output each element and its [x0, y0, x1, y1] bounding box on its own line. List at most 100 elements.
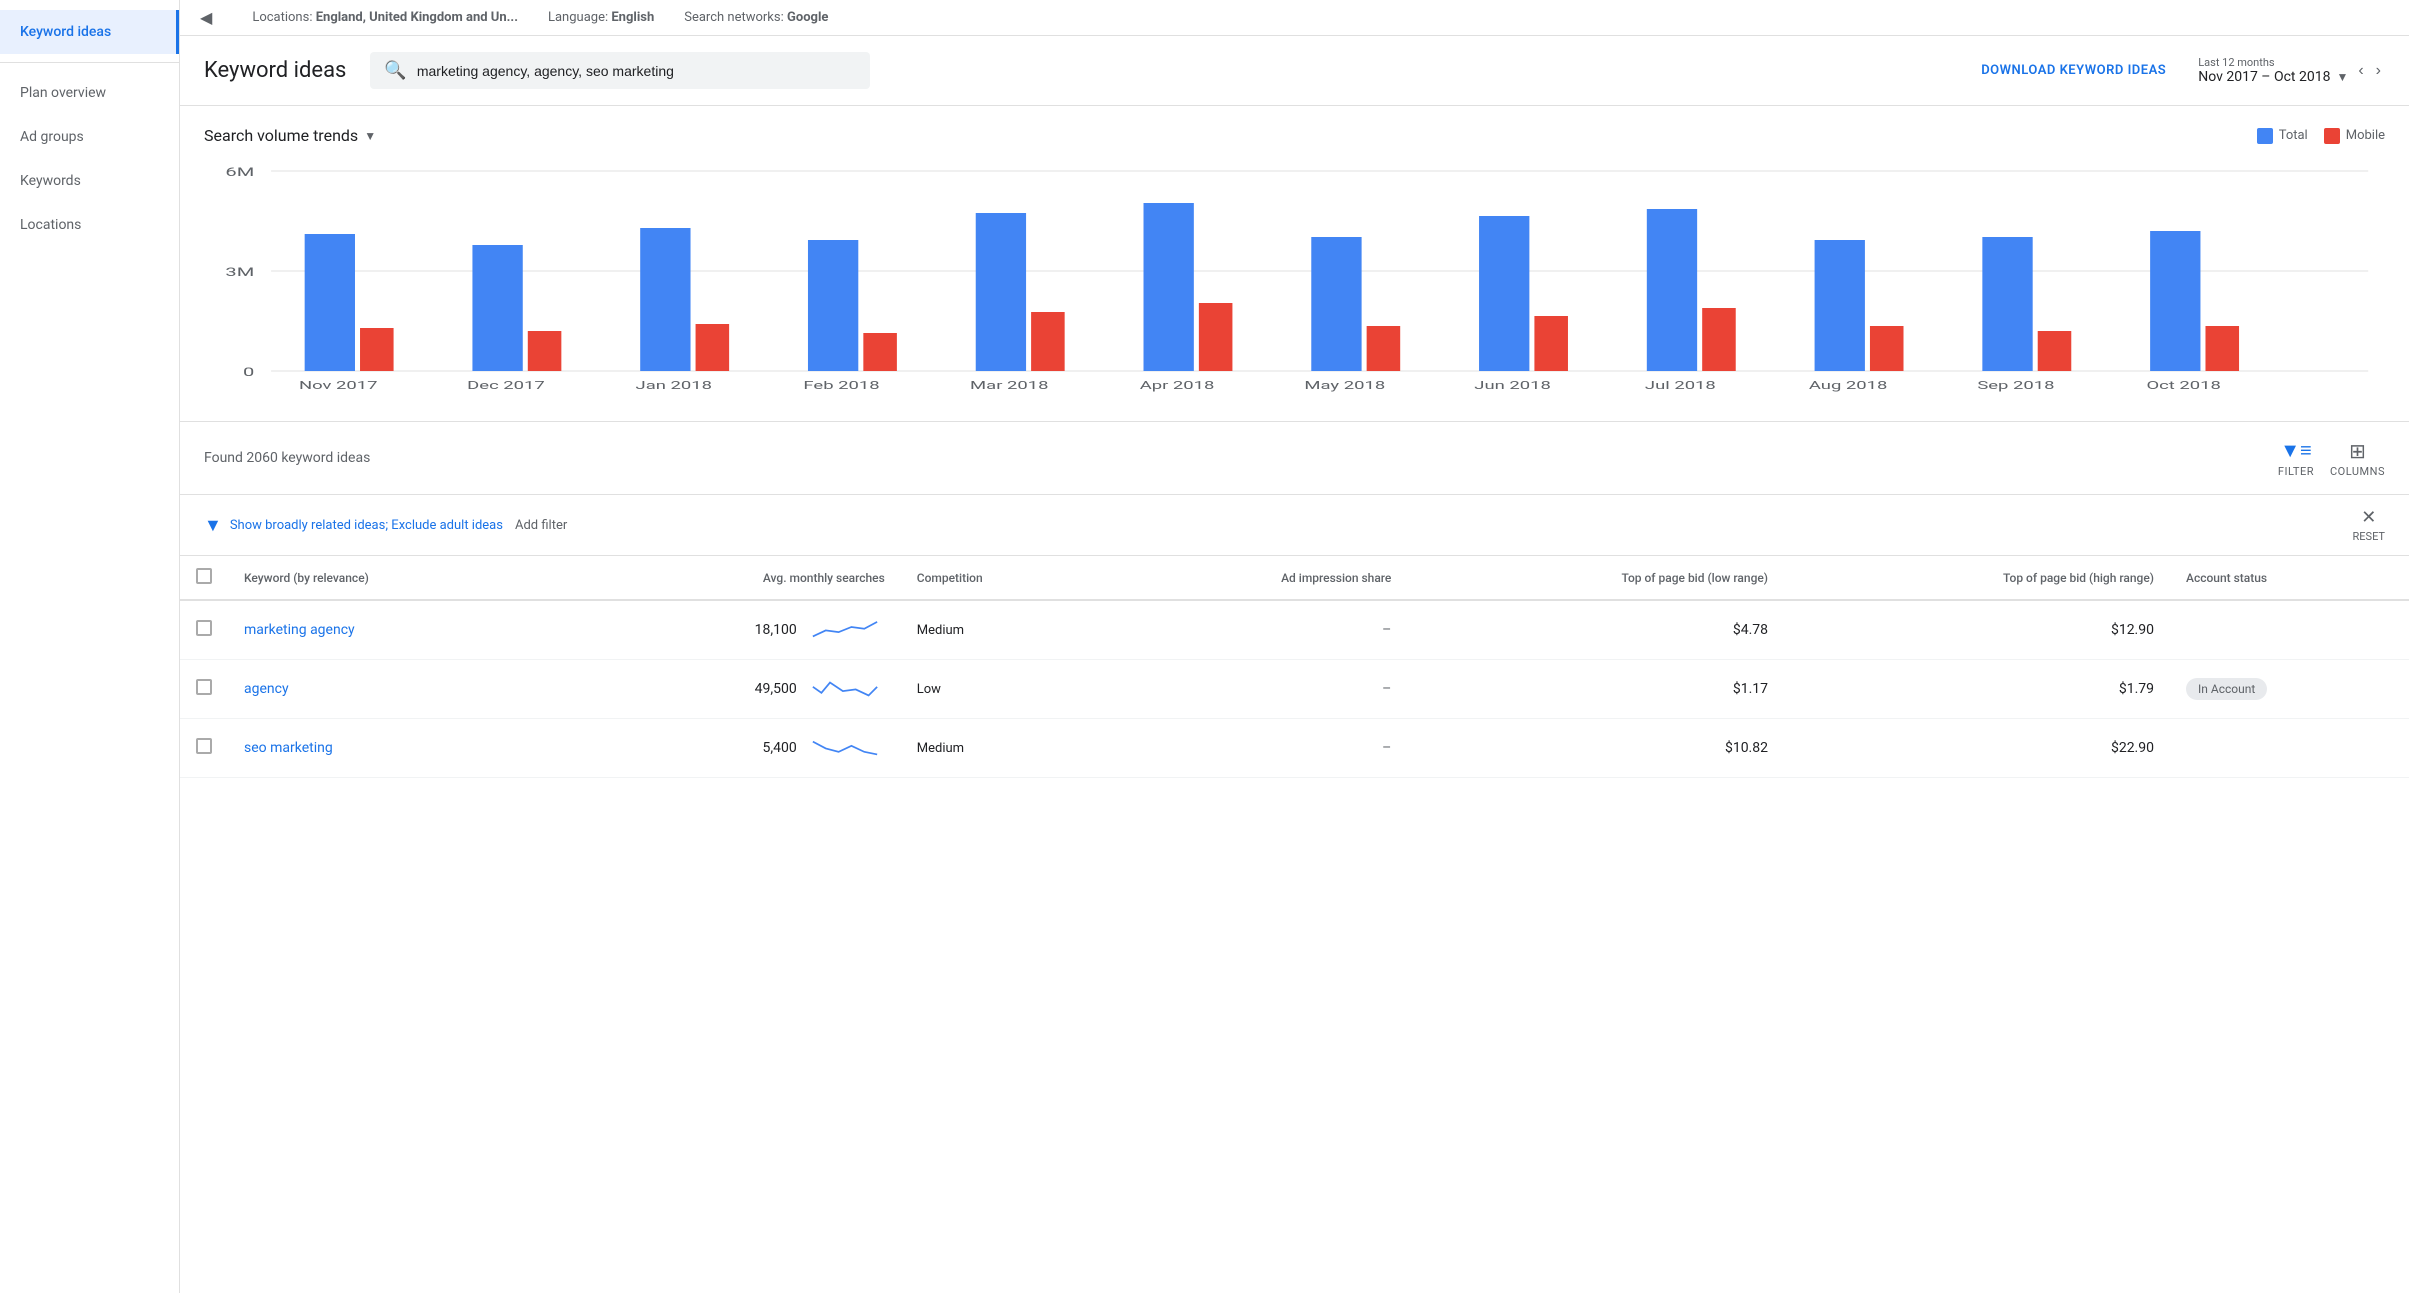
- keyword-link[interactable]: marketing agency: [244, 622, 355, 638]
- col-monthly-header[interactable]: Avg. monthly searches: [559, 556, 901, 600]
- date-next-button[interactable]: ›: [2372, 60, 2385, 82]
- date-value: Nov 2017 – Oct 2018: [2198, 69, 2330, 85]
- chart-header: Search volume trends ▼ Total Mobile: [204, 126, 2385, 145]
- monthly-cell: 49,500: [559, 660, 901, 719]
- columns-icon: ⊞: [2349, 439, 2366, 463]
- keywords-count: Found 2060 keyword ideas: [204, 450, 370, 466]
- svg-text:Jun 2018: Jun 2018: [1474, 379, 1551, 392]
- col-top-high-header[interactable]: Top of page bid (high range): [1784, 556, 2170, 600]
- ad-impression-cell: –: [1107, 600, 1407, 660]
- row-checkbox[interactable]: [196, 620, 212, 636]
- col-account-header[interactable]: Account status: [2170, 556, 2409, 600]
- keyword-cell: seo marketing: [228, 719, 559, 778]
- keyword-link[interactable]: seo marketing: [244, 740, 333, 756]
- reset-label: RESET: [2353, 530, 2385, 543]
- sidebar-item-ad-groups[interactable]: Ad groups: [0, 115, 179, 159]
- svg-text:May 2018: May 2018: [1304, 379, 1385, 392]
- ad-impression-value: –: [1382, 740, 1391, 756]
- monthly-value: 5,400: [763, 740, 797, 756]
- filter-text[interactable]: Show broadly related ideas; Exclude adul…: [230, 518, 503, 533]
- col-keyword-header[interactable]: Keyword (by relevance): [228, 556, 559, 600]
- search-box[interactable]: 🔍: [370, 52, 870, 89]
- table-row: seo marketing 5,400 Medium – $10.82 $22.…: [180, 719, 2409, 778]
- monthly-value: 49,500: [755, 681, 797, 697]
- topbar: ◀ Locations: England, United Kingdom and…: [180, 0, 2409, 36]
- search-input[interactable]: [417, 63, 857, 79]
- competition-cell: Medium: [901, 600, 1107, 660]
- top-low-value: $4.78: [1733, 622, 1768, 638]
- keywords-actions: ▼≡ FILTER ⊞ COLUMNS: [2278, 438, 2385, 478]
- date-dropdown-icon[interactable]: ▼: [2336, 70, 2348, 84]
- page-title: Keyword ideas: [204, 58, 346, 83]
- svg-text:Aug 2018: Aug 2018: [1809, 379, 1888, 392]
- sidebar-item-keywords[interactable]: Keywords: [0, 159, 179, 203]
- chart-svg: 6M 3M 0 Nov 2017 Dec 2017: [204, 161, 2385, 401]
- table-header-row: Keyword (by relevance) Avg. monthly sear…: [180, 556, 2409, 600]
- bar-chart: 6M 3M 0 Nov 2017 Dec 2017: [204, 161, 2385, 401]
- table-row: marketing agency 18,100 Medium – $4.78 $…: [180, 600, 2409, 660]
- trend-sparkline: [805, 615, 885, 645]
- legend-total: Total: [2257, 128, 2308, 144]
- col-competition-header[interactable]: Competition: [901, 556, 1107, 600]
- add-filter-button[interactable]: Add filter: [515, 518, 567, 533]
- monthly-value: 18,100: [755, 622, 797, 638]
- sidebar-divider: [0, 62, 179, 63]
- legend-mobile: Mobile: [2324, 128, 2385, 144]
- topbar-locations: Locations: England, United Kingdom and U…: [252, 10, 518, 25]
- top-low-cell: $1.17: [1407, 660, 1784, 719]
- top-high-cell: $1.79: [1784, 660, 2170, 719]
- filter-button[interactable]: ▼≡ FILTER: [2278, 438, 2314, 478]
- monthly-cell: 5,400: [559, 719, 901, 778]
- sidebar-item-locations[interactable]: Locations: [0, 203, 179, 247]
- download-button[interactable]: DOWNLOAD KEYWORD IDEAS: [1981, 63, 2166, 78]
- date-prev-button[interactable]: ‹: [2354, 60, 2367, 82]
- competition-value: Medium: [917, 741, 964, 756]
- chart-title: Search volume trends: [204, 126, 358, 145]
- top-high-value: $22.90: [2111, 740, 2154, 756]
- date-navigation: ‹ ›: [2354, 60, 2385, 82]
- topbar-networks: Search networks: Google: [684, 10, 828, 25]
- sidebar-item-plan-overview[interactable]: Plan overview: [0, 71, 179, 115]
- account-status-cell: In Account: [2170, 660, 2409, 719]
- account-status-cell: [2170, 600, 2409, 660]
- row-checkbox-cell[interactable]: [180, 719, 228, 778]
- select-all-checkbox[interactable]: [196, 568, 212, 584]
- legend-total-color: [2257, 128, 2273, 144]
- keywords-section: Found 2060 keyword ideas ▼≡ FILTER ⊞ COL…: [180, 422, 2409, 778]
- row-checkbox-cell[interactable]: [180, 600, 228, 660]
- top-low-cell: $4.78: [1407, 600, 1784, 660]
- trend-sparkline: [805, 733, 885, 763]
- filter-funnel-icon: ▼: [204, 515, 222, 536]
- monthly-cell: 18,100: [559, 600, 901, 660]
- svg-text:Oct 2018: Oct 2018: [2146, 379, 2220, 392]
- legend-mobile-color: [2324, 128, 2340, 144]
- row-checkbox-cell[interactable]: [180, 660, 228, 719]
- account-status-cell: [2170, 719, 2409, 778]
- chart-legend: Total Mobile: [2257, 128, 2385, 144]
- columns-button[interactable]: ⊞ COLUMNS: [2330, 439, 2385, 478]
- keyword-cell: agency: [228, 660, 559, 719]
- row-checkbox[interactable]: [196, 679, 212, 695]
- sidebar-item-keyword-ideas[interactable]: Keyword ideas: [0, 10, 179, 54]
- keywords-table: Keyword (by relevance) Avg. monthly sear…: [180, 556, 2409, 778]
- competition-cell: Medium: [901, 719, 1107, 778]
- select-all-header[interactable]: [180, 556, 228, 600]
- svg-text:6M: 6M: [225, 166, 254, 180]
- keyword-link[interactable]: agency: [244, 681, 289, 697]
- svg-text:0: 0: [243, 366, 254, 380]
- filter-bar: ▼ Show broadly related ideas; Exclude ad…: [180, 495, 2409, 556]
- competition-cell: Low: [901, 660, 1107, 719]
- col-top-low-header[interactable]: Top of page bid (low range): [1407, 556, 1784, 600]
- ad-impression-value: –: [1382, 622, 1391, 638]
- keywords-header: Found 2060 keyword ideas ▼≡ FILTER ⊞ COL…: [180, 422, 2409, 495]
- chart-dropdown-icon[interactable]: ▼: [364, 129, 376, 143]
- svg-text:Dec 2017: Dec 2017: [467, 379, 545, 392]
- filter-close-button[interactable]: ✕ RESET: [2353, 507, 2385, 543]
- date-range: Last 12 months Nov 2017 – Oct 2018 ▼ ‹ ›: [2198, 56, 2385, 85]
- svg-text:Apr 2018: Apr 2018: [1140, 379, 1215, 392]
- top-low-value: $10.82: [1725, 740, 1768, 756]
- main-content: ◀ Locations: England, United Kingdom and…: [180, 0, 2409, 1293]
- row-checkbox[interactable]: [196, 738, 212, 754]
- collapse-button[interactable]: ◀: [200, 8, 212, 27]
- col-ad-impression-header[interactable]: Ad impression share: [1107, 556, 1407, 600]
